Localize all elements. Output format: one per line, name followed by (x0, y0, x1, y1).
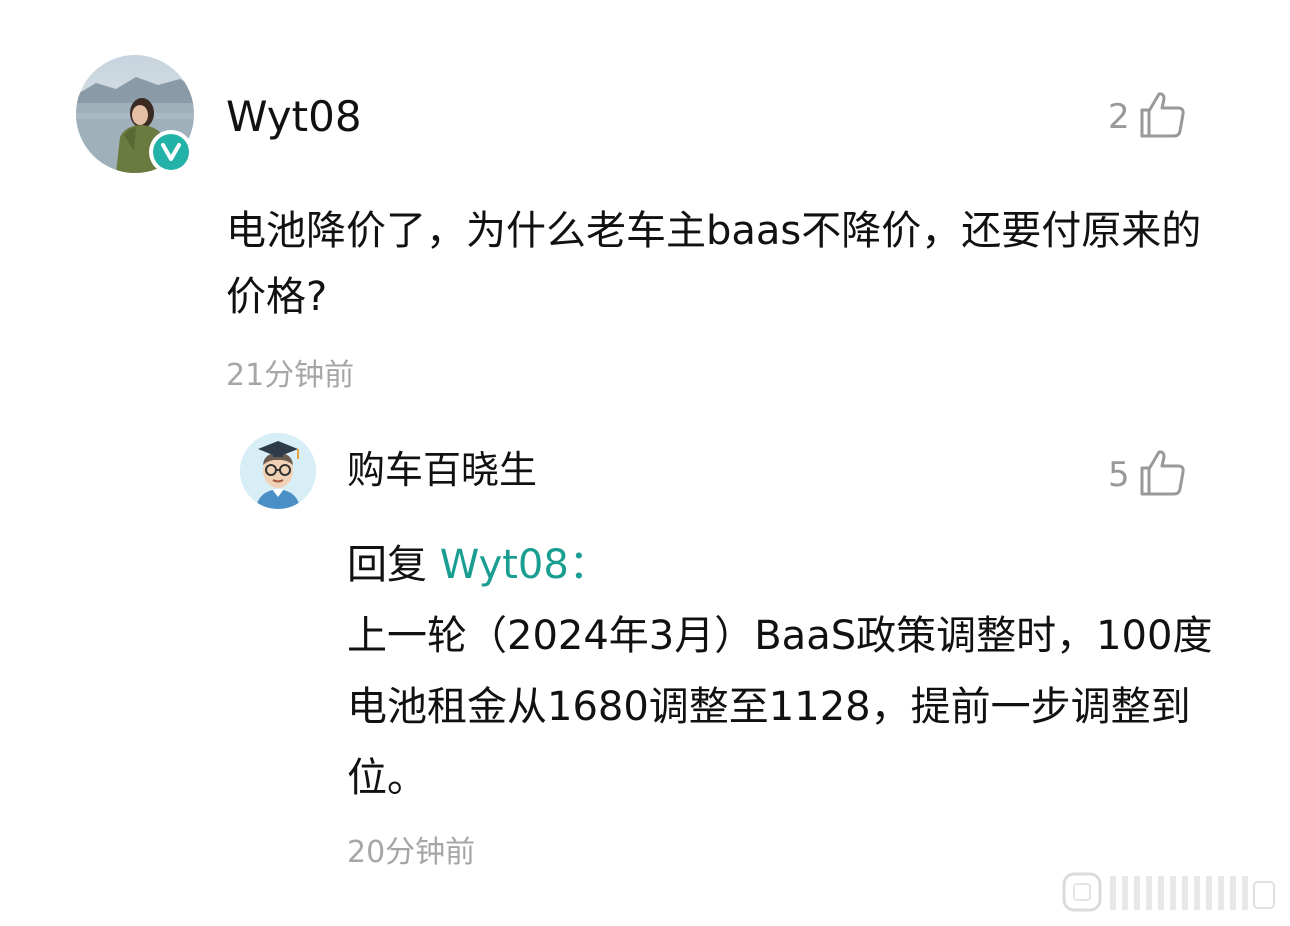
reply-text: 上一轮（2024年3月）BaaS政策调整时，100度电池租金从1680调整至11… (347, 613, 1213, 801)
reply-body: 回复 Wyt08： 上一轮（2024年3月）BaaS政策调整时，100度电池租金… (347, 530, 1217, 814)
watermark-logo (1060, 868, 1280, 918)
thumbs-up-icon (1138, 90, 1188, 144)
reply-header: 回复 Wyt08： (347, 530, 1217, 601)
thumbs-up-icon (1138, 448, 1188, 502)
reply-prefix: 回复 (347, 542, 440, 588)
comment-like-button[interactable]: 2 (1108, 90, 1188, 144)
verified-badge (149, 130, 193, 174)
verified-v-icon (153, 134, 189, 170)
reply-username[interactable]: 购车百晓生 (347, 446, 537, 494)
reply-avatar[interactable] (240, 433, 316, 509)
comment-username[interactable]: Wyt08 (226, 92, 362, 142)
comment-like-count: 2 (1108, 97, 1130, 137)
reply-like-button[interactable]: 5 (1108, 448, 1188, 502)
reply-mention-link[interactable]: Wyt08 (440, 542, 569, 588)
comment-text: 电池降价了，为什么老车主baas不降价，还要付原来的价格? (226, 208, 1202, 320)
reply-like-count: 5 (1108, 455, 1130, 495)
reply-timestamp: 20分钟前 (347, 835, 476, 870)
reply-mention-colon: ： (568, 542, 609, 588)
comment-timestamp: 21分钟前 (226, 358, 355, 393)
reply-avatar-illustration (240, 433, 316, 509)
